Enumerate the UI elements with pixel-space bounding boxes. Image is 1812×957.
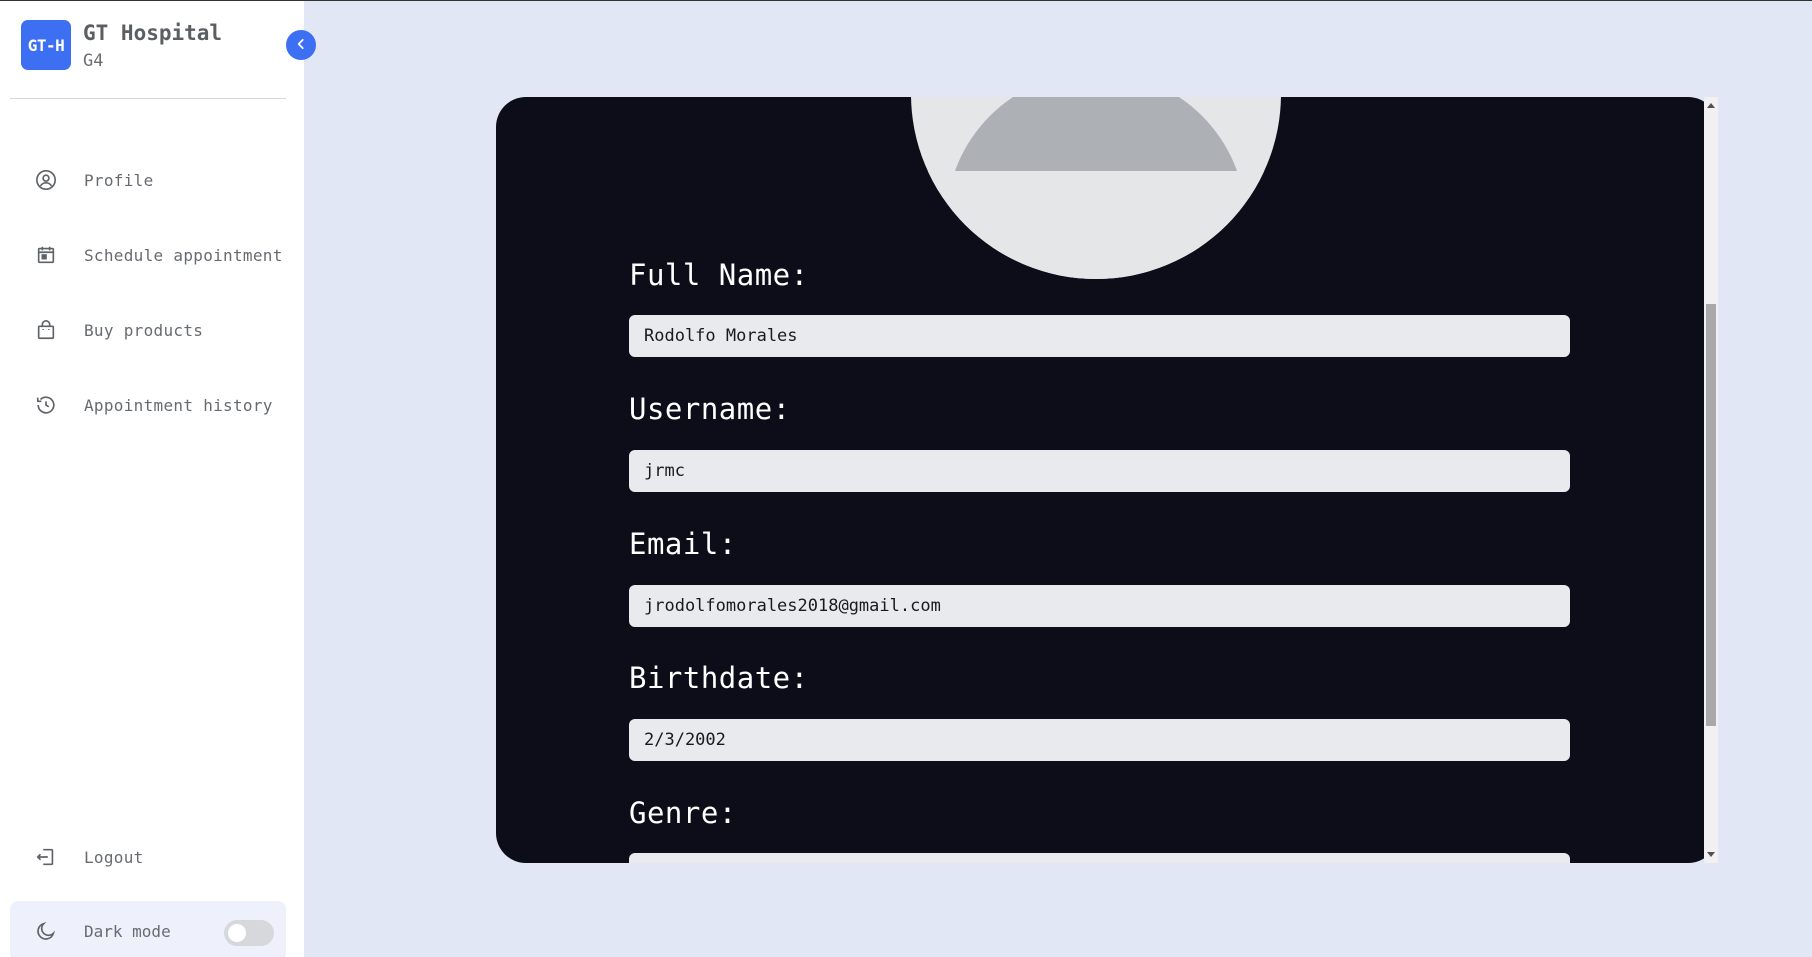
- brand-logo: GT-H: [21, 20, 71, 70]
- avatar: [911, 97, 1281, 279]
- logout-icon: [34, 845, 58, 869]
- card-scrollbar[interactable]: [1704, 97, 1718, 863]
- sidebar-item-label: Profile: [84, 170, 154, 190]
- dark-mode-row: Dark mode: [10, 901, 286, 957]
- username-field[interactable]: jrmc: [629, 450, 1570, 492]
- brand-title: GT Hospital: [83, 21, 223, 45]
- user-circle-icon: [34, 168, 58, 192]
- birthdate-label: Birthdate:: [629, 661, 809, 695]
- sidebar-item-buy-products[interactable]: Buy products: [10, 303, 286, 357]
- sidebar-item-schedule-appointment[interactable]: Schedule appointment: [10, 228, 286, 282]
- username-label: Username:: [629, 392, 791, 426]
- scroll-up-arrow-icon[interactable]: [1707, 103, 1715, 108]
- sidebar-item-label: Appointment history: [84, 395, 273, 415]
- genre-field[interactable]: [629, 853, 1570, 863]
- profile-card: Full Name: Rodolfo Morales Username: jrm…: [496, 97, 1718, 863]
- toggle-knob: [228, 924, 246, 942]
- dark-mode-toggle[interactable]: [224, 920, 274, 946]
- sidebar-divider: [10, 98, 286, 99]
- sidebar-item-label: Buy products: [84, 320, 204, 340]
- chevron-left-icon: [294, 36, 308, 55]
- moon-icon: [34, 919, 58, 943]
- brand: GT-H GT Hospital G4: [21, 20, 222, 72]
- genre-label: Genre:: [629, 796, 737, 830]
- full-name-field[interactable]: Rodolfo Morales: [629, 315, 1570, 357]
- logout-button[interactable]: Logout: [10, 830, 286, 884]
- logout-label: Logout: [84, 847, 144, 867]
- dark-mode-label: Dark mode: [84, 921, 171, 941]
- full-name-label: Full Name:: [629, 258, 809, 292]
- brand-subtitle: G4: [83, 51, 104, 71]
- sidebar-item-label: Schedule appointment: [84, 245, 283, 265]
- birthdate-field[interactable]: 2/3/2002: [629, 719, 1570, 761]
- calendar-icon: [34, 243, 58, 267]
- scrollbar-thumb[interactable]: [1706, 304, 1716, 726]
- sidebar-item-appointment-history[interactable]: Appointment history: [10, 378, 286, 432]
- avatar-base: [911, 171, 1281, 279]
- sidebar: GT-H GT Hospital G4 Profile Schedule app…: [0, 1, 304, 957]
- email-label: Email:: [629, 527, 737, 561]
- collapse-sidebar-button[interactable]: [286, 30, 316, 60]
- sidebar-item-profile[interactable]: Profile: [10, 153, 286, 207]
- scroll-down-arrow-icon[interactable]: [1707, 852, 1715, 857]
- history-icon: [34, 393, 58, 417]
- email-field[interactable]: jrodolfomorales2018@gmail.com: [629, 585, 1570, 627]
- shopping-bag-icon: [34, 318, 58, 342]
